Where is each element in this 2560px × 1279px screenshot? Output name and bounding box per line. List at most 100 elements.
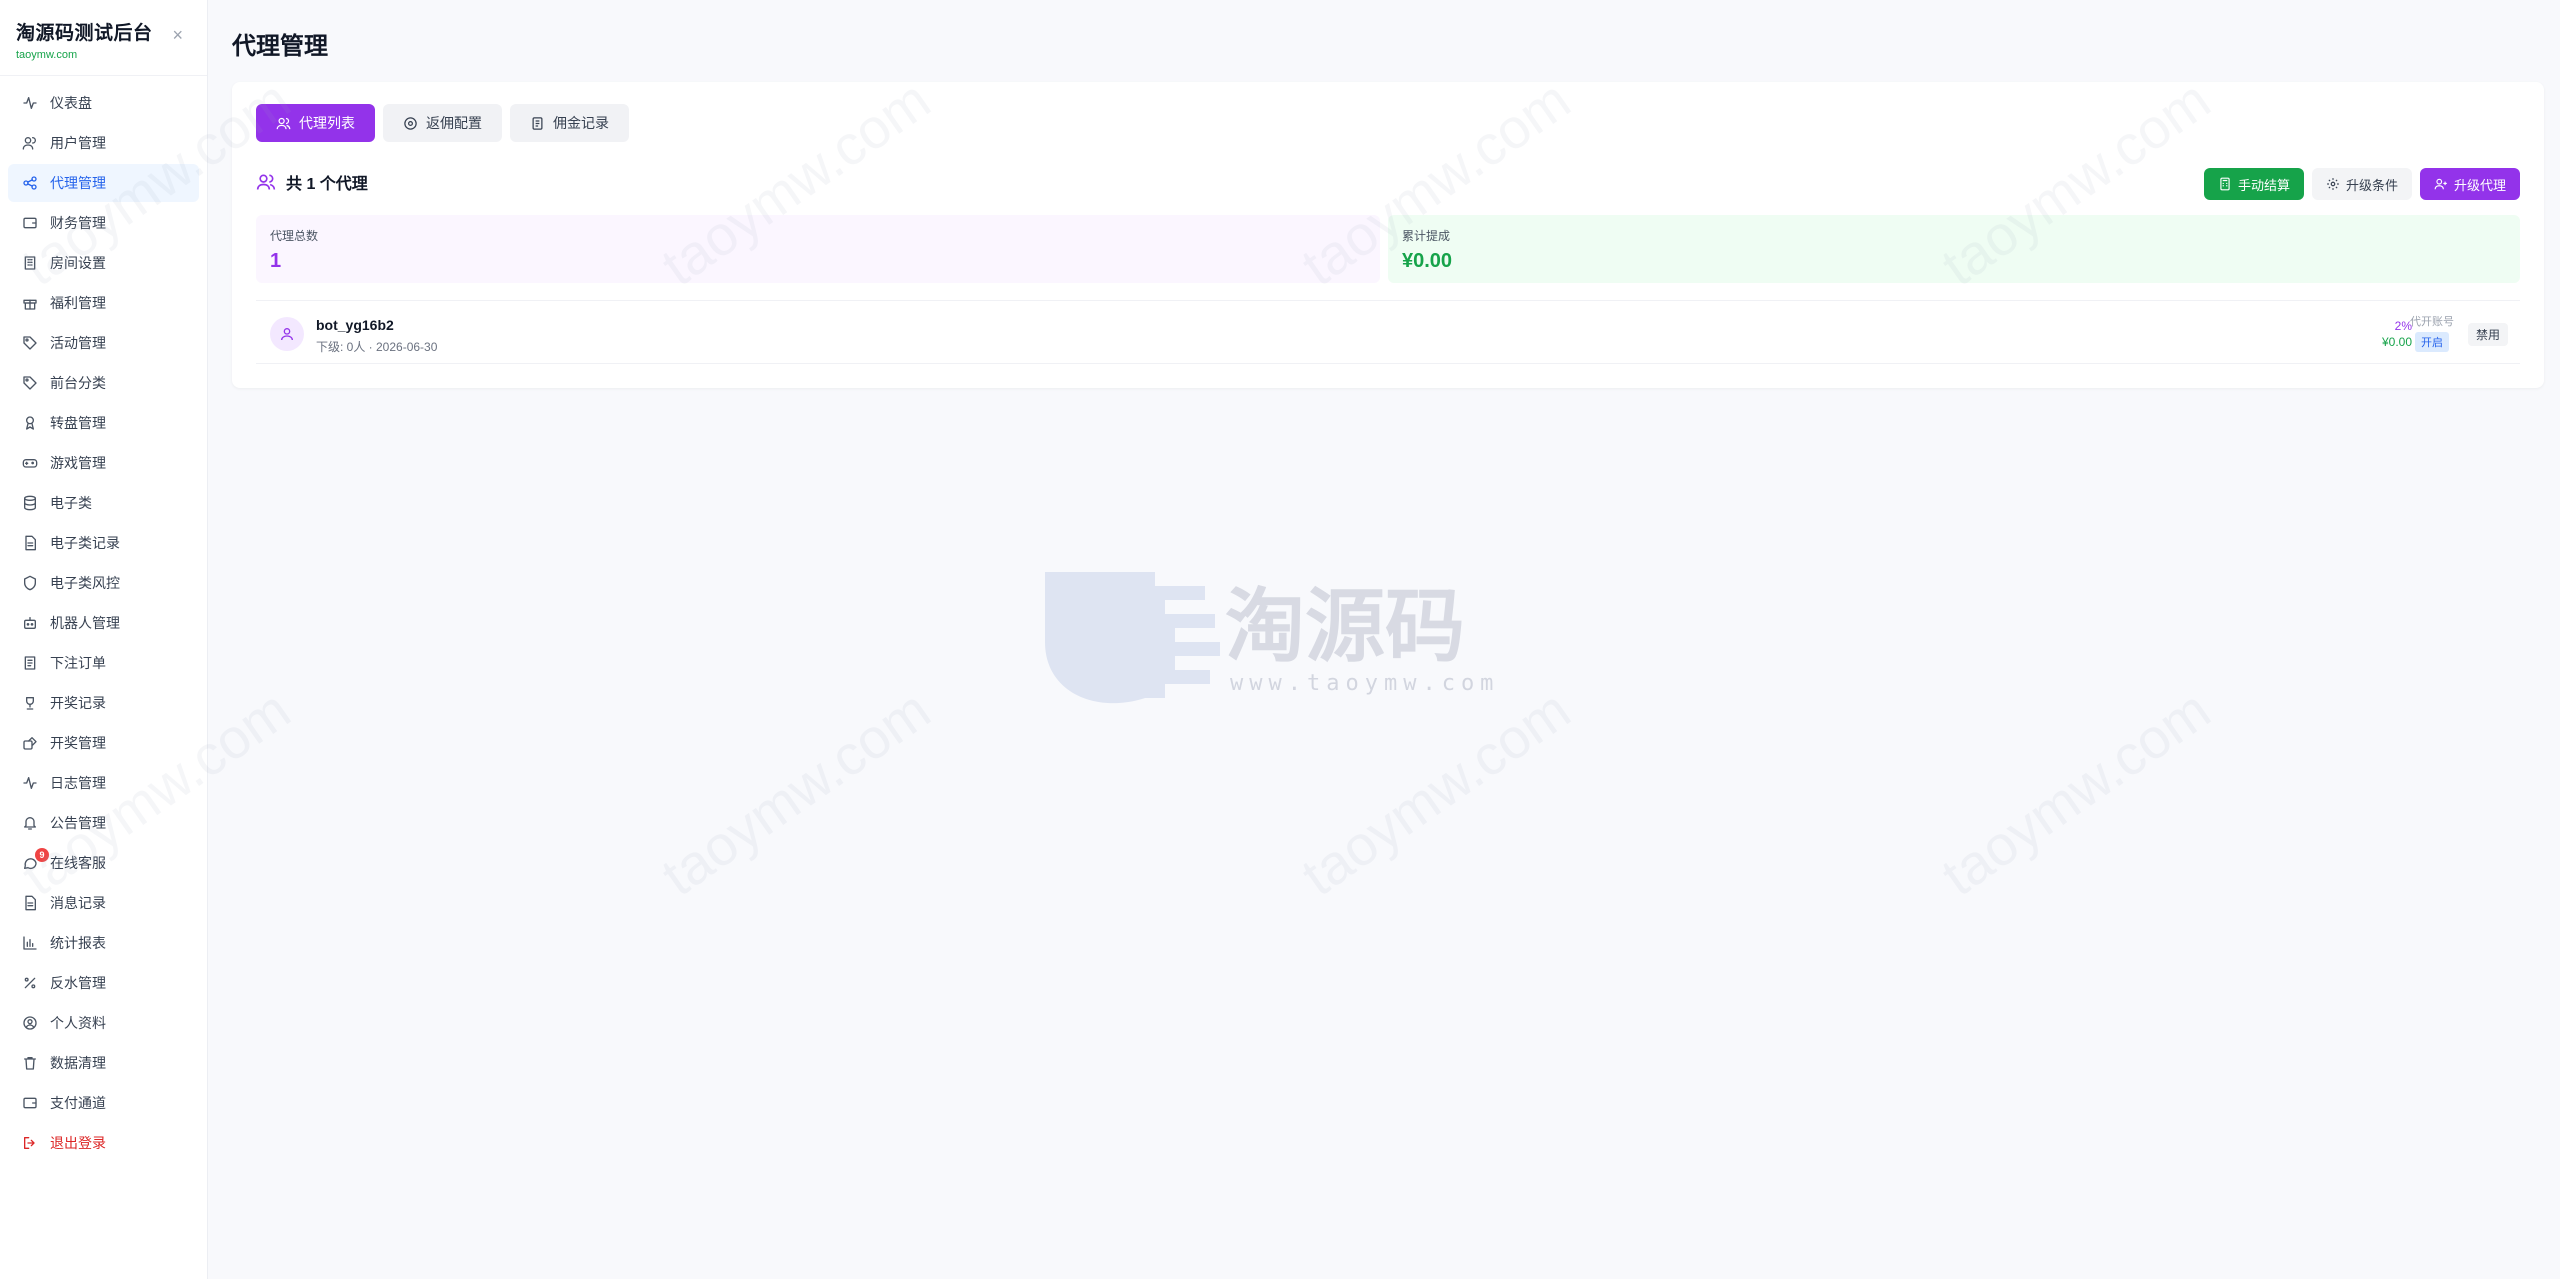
agent-count: 共 1 个代理	[256, 170, 368, 194]
rate-percent: 2%	[2394, 319, 2412, 333]
sidebar-item-label: 开奖记录	[50, 695, 106, 711]
tab-label: 佣金记录	[553, 115, 609, 131]
tab-rebate-config[interactable]: 返佣配置	[383, 104, 502, 142]
sidebar-item-13[interactable]: 机器人管理	[8, 604, 199, 642]
sidebar-item-label: 活动管理	[50, 335, 106, 351]
agent-card: 代理列表 返佣配置 佣金记录 共 1 个代理 手动结算 升级条件 升级代理 代理…	[232, 82, 2544, 388]
gear-icon	[2327, 178, 2339, 190]
sidebar-item-label: 下注订单	[50, 655, 106, 671]
tab-commission-records[interactable]: 佣金记录	[510, 104, 629, 142]
sidebar-item-label: 代理管理	[50, 175, 106, 191]
sidebar-item-15[interactable]: 开奖记录	[8, 684, 199, 722]
bell-icon	[20, 813, 40, 833]
upgrade-agent-button[interactable]: 升级代理	[2419, 168, 2520, 200]
sidebar-item-label: 公告管理	[50, 815, 106, 831]
sidebar-item-label: 电子类	[50, 495, 92, 511]
sidebar-item-25[interactable]: 支付通道	[8, 1084, 199, 1122]
sidebar-item-11[interactable]: 电子类记录	[8, 524, 199, 562]
tab-agent-list[interactable]: 代理列表	[256, 104, 375, 142]
clipboard-icon	[532, 116, 543, 130]
sidebar-item-label: 电子类风控	[50, 575, 120, 591]
sidebar-item-7[interactable]: 前台分类	[8, 364, 199, 402]
share-icon	[20, 173, 40, 193]
calculator-icon	[2220, 177, 2230, 191]
agent-rate: 2% ¥0.00	[2382, 319, 2412, 349]
watermark-brand-text: 淘源码	[1225, 580, 1465, 673]
rate-amount: ¥0.00	[2381, 335, 2412, 349]
sidebar-item-24[interactable]: 数据清理	[8, 1044, 199, 1082]
building-icon	[20, 253, 40, 273]
award-icon	[20, 413, 40, 433]
sidebar-item-20[interactable]: 消息记录	[8, 884, 199, 922]
stat-total-commission: 累计提成 ¥0.00	[1388, 215, 2520, 283]
tab-label: 代理列表	[299, 115, 355, 131]
sidebar: 淘源码测试后台 taoymw.com × 仪表盘用户管理代理管理财务管理 房间设置…	[0, 0, 208, 1279]
sidebar-item-9[interactable]: 游戏管理	[8, 444, 199, 482]
sidebar-item-label: 消息记录	[50, 895, 106, 911]
button-label: 升级条件	[2345, 177, 2398, 193]
sidebar-item-6[interactable]: 活动管理	[8, 324, 199, 362]
sidebar-item-label: 电子类记录	[50, 535, 120, 551]
agent-list-item[interactable]: bot_yg16b2 下级: 0人 · 2026-06-30 2% ¥0.00 …	[256, 300, 2520, 364]
sidebar-item-12[interactable]: 电子类风控	[8, 564, 199, 602]
open-account: 代开账号 开启	[2410, 313, 2454, 352]
wallet-icon	[20, 1093, 40, 1113]
sidebar-item-14[interactable]: 下注订单	[8, 644, 199, 682]
settings-circle-icon	[404, 116, 417, 130]
disable-button[interactable]: 禁用	[2467, 323, 2508, 346]
sidebar-item-16[interactable]: 开奖管理	[8, 724, 199, 762]
sidebar-item-label: 数据清理	[50, 1055, 106, 1071]
sidebar-item-label: 机器人管理	[50, 615, 120, 631]
wallet-icon	[20, 213, 40, 233]
user-plus-icon	[2434, 178, 2447, 190]
users-icon	[20, 133, 40, 153]
sidebar-item-label: 前台分类	[50, 375, 106, 391]
sidebar-item-label: 用户管理	[50, 135, 106, 151]
sidebar-item-26[interactable]: 退出登录	[8, 1124, 199, 1162]
sidebar-item-label: 游戏管理	[50, 455, 106, 471]
gift-icon	[20, 293, 40, 313]
sidebar-item-label: 个人资料	[50, 1015, 106, 1031]
trash-icon	[20, 1053, 40, 1073]
sidebar-item-label: 福利管理	[50, 295, 106, 311]
agent-count-text: 共 1 个代理	[286, 176, 368, 193]
sidebar-item-label: 支付通道	[50, 1095, 106, 1111]
database-icon	[20, 493, 40, 513]
activity-icon	[20, 93, 40, 113]
sidebar-item-label: 仪表盘	[50, 95, 92, 111]
sidebar-item-label: 开奖管理	[50, 735, 106, 751]
sidebar-item-19[interactable]: 在线客服 9	[8, 844, 199, 882]
stat-label: 累计提成	[1402, 229, 1451, 243]
sidebar-item-4[interactable]: 房间设置	[8, 244, 199, 282]
close-sidebar-icon[interactable]: ×	[172, 26, 183, 44]
sidebar-item-22[interactable]: 反水管理	[8, 964, 199, 1002]
button-label: 升级代理	[2453, 177, 2506, 193]
upgrade-conditions-button[interactable]: 升级条件	[2311, 168, 2412, 200]
brand-title: 淘源码测试后台	[16, 23, 153, 44]
sidebar-item-label: 在线客服	[50, 855, 106, 871]
stat-value: 1	[270, 250, 282, 272]
sidebar-item-2[interactable]: 代理管理	[8, 164, 199, 202]
sidebar-item-label: 退出登录	[50, 1135, 106, 1151]
sidebar-item-10[interactable]: 电子类	[8, 484, 199, 522]
sidebar-item-5[interactable]: 福利管理	[8, 284, 199, 322]
sidebar-item-8[interactable]: 转盘管理	[8, 404, 199, 442]
watermark-logo: 淘源码 www.taoymw.com	[1045, 572, 1493, 704]
open-account-toggle[interactable]: 开启	[2415, 332, 2449, 352]
sidebar-item-1[interactable]: 用户管理	[8, 124, 199, 162]
sidebar-item-23[interactable]: 个人资料	[8, 1004, 199, 1042]
sidebar-item-18[interactable]: 公告管理	[8, 804, 199, 842]
sidebar-item-21[interactable]: 统计报表	[8, 924, 199, 962]
sidebar-item-0[interactable]: 仪表盘	[8, 84, 199, 122]
tag-icon	[20, 373, 40, 393]
file-icon	[20, 533, 40, 553]
sidebar-item-3[interactable]: 财务管理	[8, 204, 199, 242]
sidebar-menu: 仪表盘用户管理代理管理财务管理 房间设置福利管理活动管理前台分类转盘管理游戏管理电…	[0, 76, 207, 1162]
sidebar-item-label: 统计报表	[50, 935, 106, 951]
manual-settle-button[interactable]: 手动结算	[2203, 168, 2304, 200]
brand-subtitle: taoymw.com	[16, 49, 78, 61]
stat-label: 代理总数	[270, 229, 319, 243]
sidebar-item-17[interactable]: 日志管理	[8, 764, 199, 802]
user-circle-icon	[20, 1013, 40, 1033]
agent-name: bot_yg16b2	[316, 317, 394, 333]
